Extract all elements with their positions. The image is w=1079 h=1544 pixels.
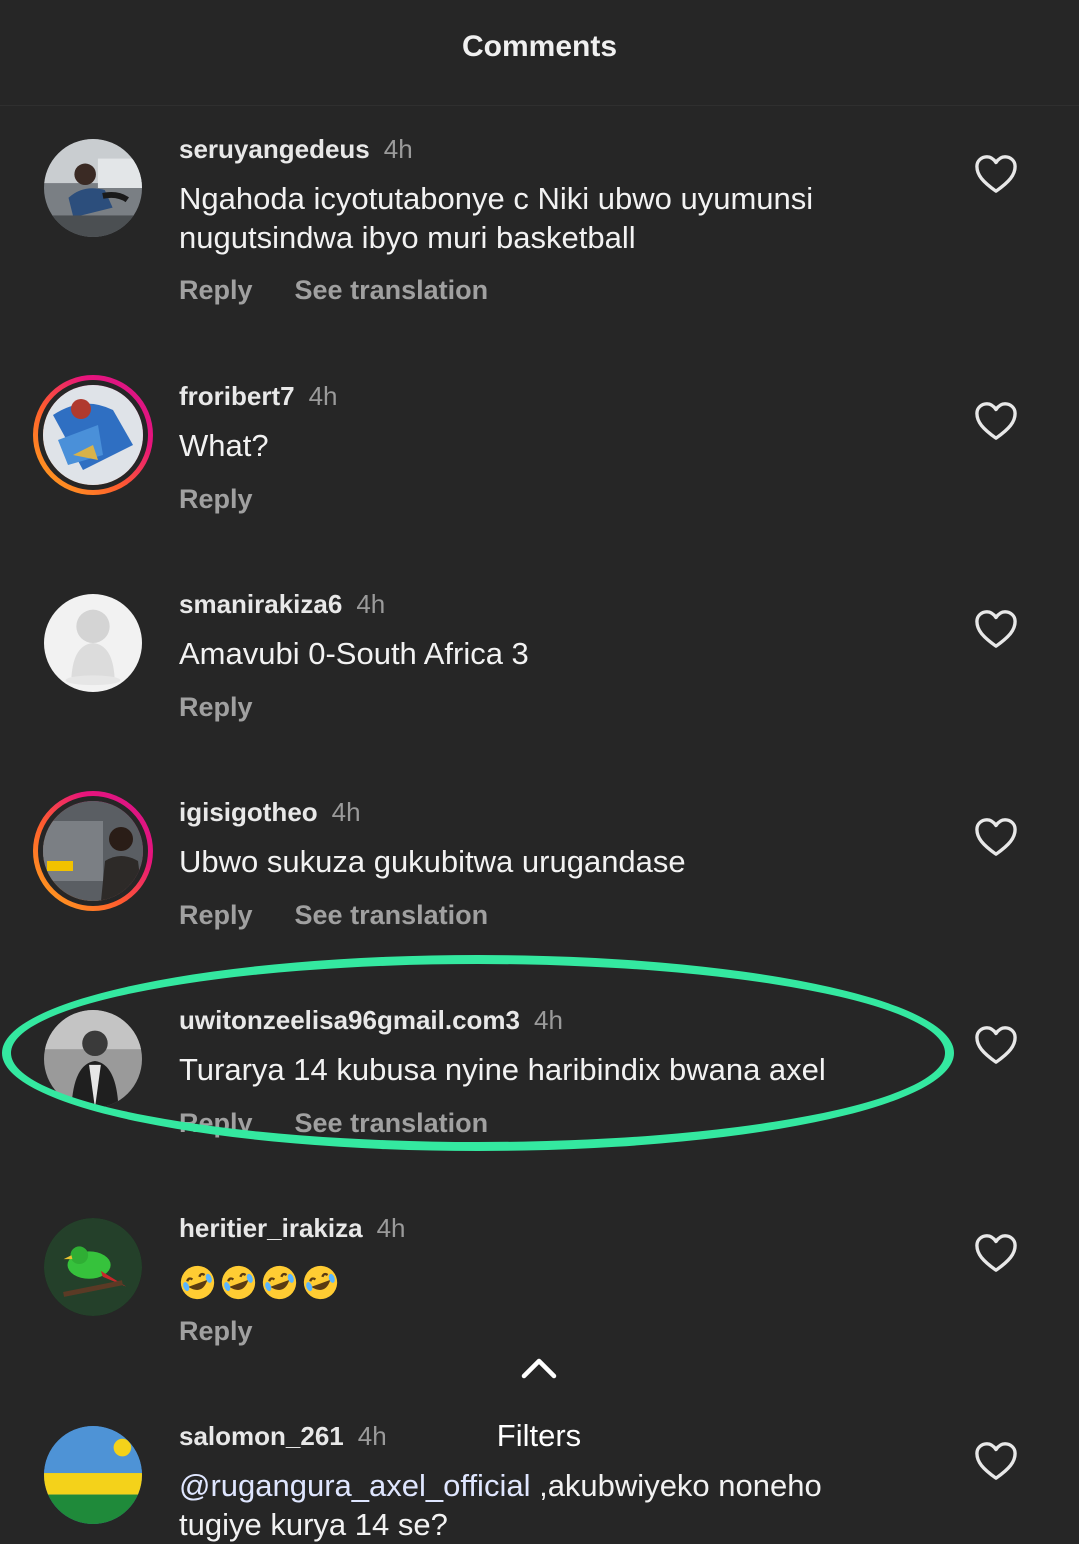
- chevron-up-icon[interactable]: [520, 1356, 558, 1380]
- laughing-emoji-icon: [220, 1264, 257, 1301]
- comment-actions: Reply See translation: [179, 898, 530, 932]
- laughing-emoji-icon: [261, 1264, 298, 1301]
- username[interactable]: seruyangedeus: [179, 134, 370, 164]
- avatar[interactable]: [44, 1010, 142, 1108]
- reply-button[interactable]: Reply: [179, 1108, 253, 1138]
- timestamp: 4h: [356, 589, 386, 619]
- like-heart-icon[interactable]: [973, 816, 1019, 858]
- reply-button[interactable]: Reply: [179, 1316, 253, 1346]
- comment-actions: Reply: [179, 482, 295, 516]
- comment-text-part: tugiye kurya 14 se?: [179, 1507, 448, 1542]
- see-translation-button[interactable]: See translation: [295, 900, 489, 930]
- like-heart-icon[interactable]: [973, 1024, 1019, 1066]
- emoji-row: [179, 1264, 939, 1301]
- comments-header: Comments: [0, 0, 1079, 106]
- comment-text: What?: [179, 428, 269, 463]
- like-heart-icon[interactable]: [973, 400, 1019, 442]
- page-title: Comments: [461, 30, 618, 63]
- timestamp: 4h: [376, 1213, 406, 1243]
- comment-meta: uwitonzeelisa96gmail.com3 4h: [179, 1004, 563, 1036]
- avatar[interactable]: [44, 1426, 142, 1524]
- comment-meta: heritier_irakiza 4h: [179, 1212, 405, 1244]
- reply-button[interactable]: Reply: [179, 900, 253, 930]
- comment-meta: smanirakiza6 4h: [179, 588, 385, 620]
- username[interactable]: salomon_261: [179, 1421, 344, 1451]
- like-heart-icon[interactable]: [973, 153, 1019, 195]
- like-heart-icon[interactable]: [973, 1440, 1019, 1482]
- comment-meta: igisigotheo 4h: [179, 796, 361, 828]
- reply-button[interactable]: Reply: [179, 275, 253, 305]
- comment-actions: Reply See translation: [179, 1106, 530, 1140]
- timestamp: 4h: [534, 1005, 563, 1035]
- avatar: [38, 796, 148, 906]
- comment-text: Amavubi 0-South Africa 3: [179, 636, 529, 671]
- see-translation-button[interactable]: See translation: [295, 275, 489, 305]
- like-heart-icon[interactable]: [973, 1232, 1019, 1274]
- comment-meta: salomon_261 4h: [179, 1420, 387, 1452]
- laughing-emoji-icon: [302, 1264, 339, 1301]
- comment-text-part: ,akubwiyeko noneho: [530, 1468, 822, 1503]
- comment-text: Turarya 14 kubusa nyine haribindix bwana…: [179, 1052, 826, 1087]
- mention-link[interactable]: @rugangura_axel_official: [179, 1468, 530, 1503]
- timestamp: 4h: [331, 797, 361, 827]
- username[interactable]: heritier_irakiza: [179, 1213, 363, 1243]
- username[interactable]: igisigotheo: [179, 797, 318, 827]
- avatar-story-ring[interactable]: [33, 791, 153, 911]
- username[interactable]: uwitonzeelisa96gmail.com3: [179, 1005, 520, 1035]
- reply-button[interactable]: Reply: [179, 692, 253, 722]
- username[interactable]: froribert7: [179, 381, 295, 411]
- comment-text: Ubwo sukuza gukubitwa urugandase: [179, 844, 686, 879]
- username[interactable]: smanirakiza6: [179, 589, 342, 619]
- avatar[interactable]: [44, 139, 142, 237]
- see-translation-button[interactable]: See translation: [295, 1108, 489, 1138]
- like-heart-icon[interactable]: [973, 608, 1019, 650]
- comment-meta: froribert7 4h: [179, 380, 338, 412]
- avatar[interactable]: [44, 1218, 142, 1316]
- filters-button[interactable]: Filters: [470, 1418, 608, 1454]
- timestamp: 4h: [383, 134, 413, 164]
- timestamp: 4h: [308, 381, 338, 411]
- laughing-emoji-icon: [179, 1264, 216, 1301]
- avatar: [38, 380, 148, 490]
- avatar-story-ring[interactable]: [33, 375, 153, 495]
- comment-text: @rugangura_axel_official ,akubwiyeko non…: [179, 1466, 939, 1544]
- comment-meta: seruyangedeus 4h: [179, 133, 413, 165]
- avatar[interactable]: [44, 594, 142, 692]
- comment-actions: Reply: [179, 1314, 295, 1348]
- reply-button[interactable]: Reply: [179, 484, 253, 514]
- comment-actions: Reply See translation: [179, 273, 530, 307]
- comment-text: Ngahoda icyotutabonye c Niki ubwo uyumun…: [179, 181, 814, 255]
- comment-text: [179, 1260, 939, 1301]
- comment-actions: Reply: [179, 690, 295, 724]
- timestamp: 4h: [357, 1421, 387, 1451]
